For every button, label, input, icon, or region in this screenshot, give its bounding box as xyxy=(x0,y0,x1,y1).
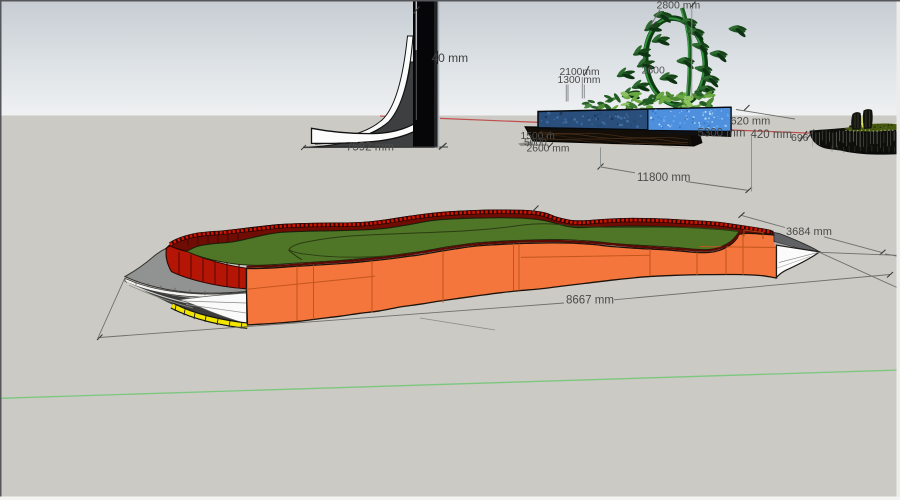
svg-text:40 mm: 40 mm xyxy=(432,51,469,65)
svg-text:3684 mm: 3684 mm xyxy=(786,226,832,238)
svg-text:11800 mm: 11800 mm xyxy=(637,172,690,184)
svg-text:420 mm: 420 mm xyxy=(751,129,793,141)
svg-text:1300 mm: 1300 mm xyxy=(558,75,601,86)
svg-text:5300 mm: 5300 mm xyxy=(698,128,746,140)
svg-text:8667 mm: 8667 mm xyxy=(566,295,614,307)
svg-text:2600 mm: 2600 mm xyxy=(527,144,570,155)
svg-text:2800 mm: 2800 mm xyxy=(657,0,701,12)
svg-text:696: 696 xyxy=(791,132,809,144)
svg-text:7592 mm: 7592 mm xyxy=(346,142,394,154)
svg-text:620 mm: 620 mm xyxy=(731,116,771,128)
svg-text:2600: 2600 xyxy=(642,65,666,77)
